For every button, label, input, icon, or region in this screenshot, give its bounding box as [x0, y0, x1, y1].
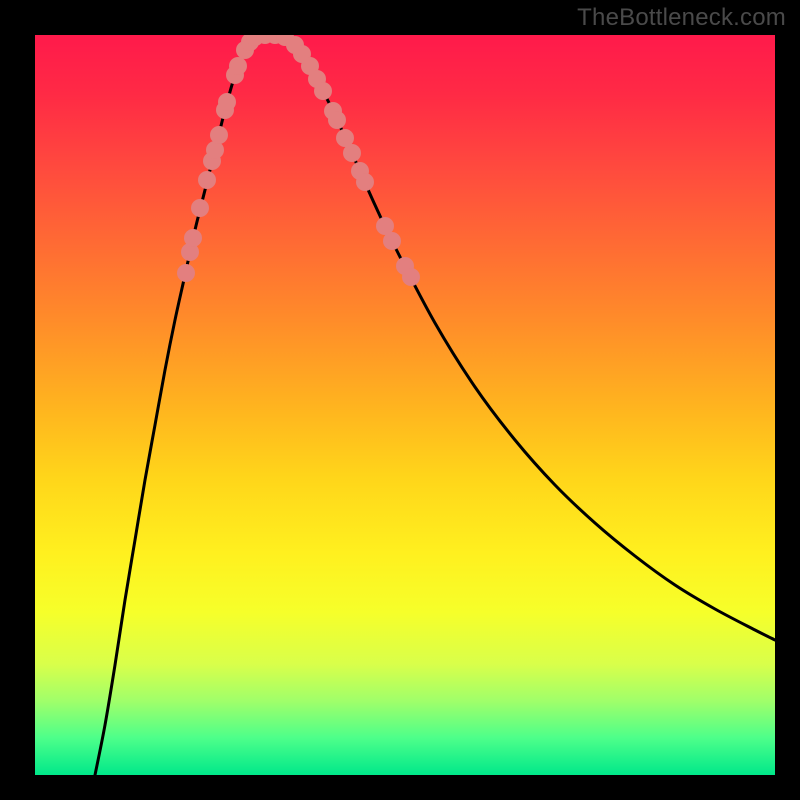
data-point [198, 171, 216, 189]
data-point [191, 199, 209, 217]
curve-svg [35, 35, 775, 775]
data-point-group [177, 35, 420, 286]
data-point [210, 126, 228, 144]
data-point [184, 229, 202, 247]
data-point [343, 144, 361, 162]
data-point [356, 173, 374, 191]
chart-frame: TheBottleneck.com [0, 0, 800, 800]
data-point [177, 264, 195, 282]
data-point [229, 57, 247, 75]
bottleneck-curve [95, 35, 775, 775]
data-point [218, 93, 236, 111]
data-point [328, 111, 346, 129]
watermark-text: TheBottleneck.com [577, 4, 786, 32]
data-point [402, 268, 420, 286]
plot-area [35, 35, 775, 775]
data-point [383, 232, 401, 250]
data-point [314, 82, 332, 100]
